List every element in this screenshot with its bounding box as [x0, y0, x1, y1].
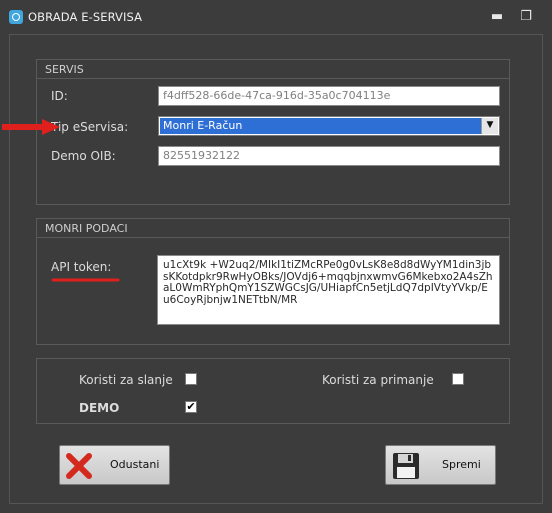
demo-oib-label: Demo OIB: [51, 149, 116, 163]
koristi-za-primanje-label: Koristi za primanje [322, 373, 434, 387]
save-button-label: Spremi [442, 458, 481, 471]
chevron-down-icon[interactable]: ▼ [481, 118, 498, 134]
save-button[interactable]: Spremi [385, 445, 496, 485]
minimize-button[interactable]: ▬ [489, 9, 505, 25]
tip-eservisa-selected-value: Monri E-Račun [160, 118, 481, 134]
koristi-za-slanje-label: Koristi za slanje [79, 373, 173, 387]
api-token-label: API token: [51, 260, 112, 274]
app-icon [9, 10, 23, 24]
tip-eservisa-select[interactable]: Monri E-Račun ▼ [158, 116, 500, 136]
id-label: ID: [51, 89, 68, 103]
title-bar: OBRADA E-SERVISA ▬ ❐ [0, 0, 552, 34]
koristi-za-primanje-checkbox[interactable] [452, 373, 464, 385]
red-underline-annotation [51, 278, 120, 282]
koristi-za-slanje-checkbox[interactable] [185, 373, 197, 385]
servis-group-title: SERVIS [45, 63, 84, 76]
red-arrow-icon [2, 119, 60, 135]
cancel-button-label: Odustani [110, 458, 160, 471]
maximize-button[interactable]: ❐ [518, 9, 534, 25]
monri-podaci-group-title: MONRI PODACI [45, 222, 128, 235]
floppy-disk-icon [393, 453, 419, 479]
demo-oib-field[interactable]: 82551932122 [158, 146, 500, 166]
window-title: OBRADA E-SERVISA [28, 10, 143, 24]
cancel-button[interactable]: Odustani [59, 445, 170, 485]
red-x-icon [66, 453, 92, 479]
id-field[interactable]: f4dff528-66de-47ca-916d-35a0c704113e [158, 86, 500, 106]
api-token-textarea[interactable]: u1cXt9k +W2uq2/MIkI1tiZMcRPe0g0vLsK8e8d8… [157, 255, 500, 325]
demo-label: DEMO [79, 401, 120, 415]
demo-checkbox[interactable]: ✔ [185, 401, 197, 413]
